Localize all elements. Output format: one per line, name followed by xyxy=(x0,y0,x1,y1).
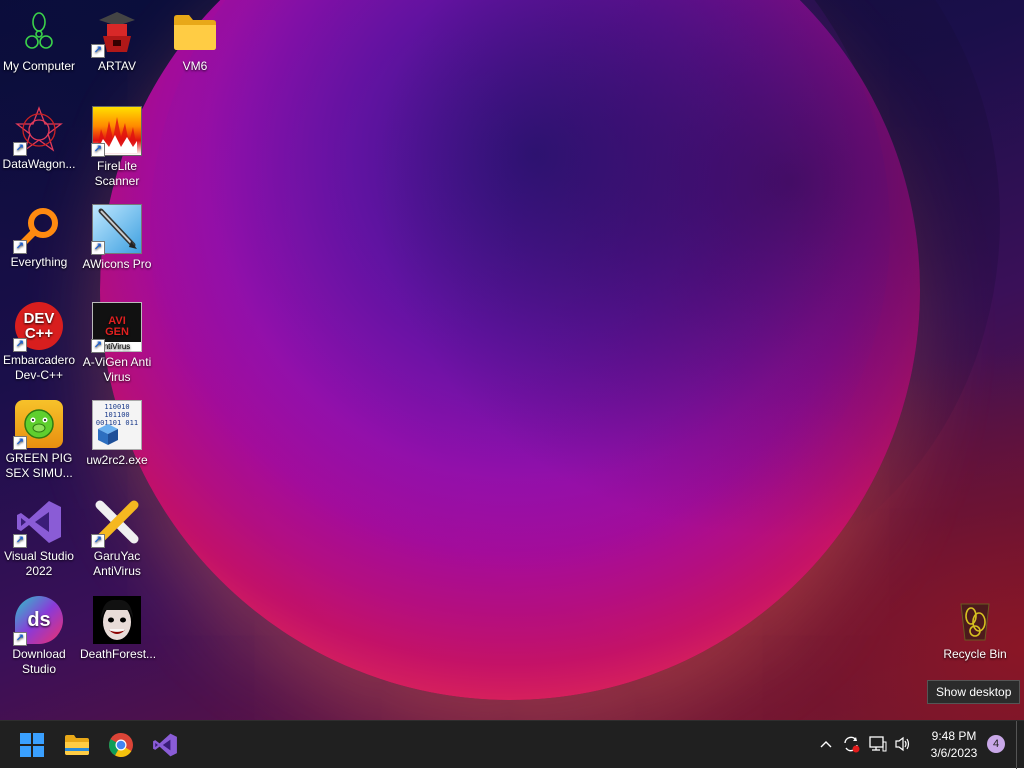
shortcut-arrow-icon: ↗ xyxy=(13,534,27,548)
desktop-icon-datawagon[interactable]: ↗ DataWagon... xyxy=(0,98,78,172)
desktop-icon-uw2rc2[interactable]: 110010 101100 001101 011 uw2rc2.exe xyxy=(78,392,156,468)
desktop-icon-deathforest[interactable]: DeathForest... xyxy=(78,588,156,662)
desktop-icon-label: GREEN PIG SEX SIMU... xyxy=(5,451,73,480)
desktop-icon-label: A-ViGen Anti Virus xyxy=(82,355,152,384)
show-hidden-icons-button[interactable] xyxy=(815,733,837,755)
desktop-icon-avigen[interactable]: AVI GEN ntiVirus ↗ A-ViGen Anti Virus xyxy=(78,294,156,385)
clock-date: 3/6/2023 xyxy=(930,746,978,760)
desktop-icon-green-pig[interactable]: ↗ GREEN PIG SEX SIMU... xyxy=(0,392,78,481)
desktop-icon-awicons-pro[interactable]: ↗ AWicons Pro xyxy=(78,196,156,272)
sync-status-button[interactable] xyxy=(840,733,862,755)
desktop-icon-label: VM6 xyxy=(182,59,208,73)
desktop-icon-label: Recycle Bin xyxy=(943,647,1007,661)
chrome-icon xyxy=(108,733,133,758)
taskbar: 9:48 PM 3/6/2023 4 xyxy=(0,720,1024,769)
file-explorer-icon xyxy=(65,735,89,755)
file-explorer-button[interactable] xyxy=(57,725,97,765)
network-button[interactable] xyxy=(867,733,889,755)
desktop-icon-label: Embarcadero Dev-C++ xyxy=(2,353,76,382)
desktop-icon-download-studio[interactable]: ds ↗ Download Studio xyxy=(0,588,78,677)
start-icon xyxy=(20,733,44,757)
desktop-icon-visual-studio[interactable]: ↗ Visual Studio 2022 xyxy=(0,490,78,579)
uw2rc2-exe-icon: 110010 101100 001101 011 xyxy=(92,400,142,450)
download-studio-badge: ds xyxy=(27,608,51,631)
desktop-icon-everything[interactable]: ↗ Everything xyxy=(0,196,78,270)
notification-count-badge[interactable]: 4 xyxy=(987,735,1005,753)
desktop-icon-label: DeathForest... xyxy=(80,647,157,661)
desktop-icon-label: Visual Studio 2022 xyxy=(4,549,74,578)
awicons-pro-icon: ↗ xyxy=(91,204,142,255)
desktop-icon-firelite-scanner[interactable]: ↗ FireLite Scanner xyxy=(78,98,156,189)
desktop-icon-label: FireLite Scanner xyxy=(94,159,140,188)
desktop-icon-label: Download Studio xyxy=(12,647,66,676)
shortcut-arrow-icon: ↗ xyxy=(13,436,27,450)
show-desktop-tooltip: Show desktop xyxy=(927,680,1021,704)
chevron-up-icon xyxy=(820,741,832,748)
folder-icon xyxy=(171,8,219,56)
shortcut-arrow-icon: ↗ xyxy=(91,241,105,255)
my-computer-icon xyxy=(15,8,63,56)
desktop-icon-label: GaruYac AntiVirus xyxy=(93,549,141,578)
visual-studio-icon xyxy=(153,733,177,757)
garuyac-icon: ↗ xyxy=(91,498,141,548)
shortcut-arrow-icon: ↗ xyxy=(13,338,27,352)
download-studio-icon: ds ↗ xyxy=(13,596,63,646)
devcpp-badge: DEV C++ xyxy=(23,310,55,342)
shortcut-arrow-icon: ↗ xyxy=(13,240,27,254)
desktop-icon-label: ARTAV xyxy=(97,59,136,73)
devcpp-icon: DEV C++ ↗ xyxy=(13,302,63,352)
recycle-bin-icon xyxy=(951,596,999,644)
desktop-icon-garuyac[interactable]: ↗ GaruYac AntiVirus xyxy=(78,490,156,579)
desktop-icon-label: Everything xyxy=(10,255,68,269)
desktop-icon-artav[interactable]: ↗ ARTAV xyxy=(78,0,156,74)
desktop-icon-label: DataWagon... xyxy=(2,157,76,171)
desktop-icon-my-computer[interactable]: My Computer xyxy=(0,0,78,74)
show-desktop-button[interactable] xyxy=(1016,721,1024,769)
datawagon-icon: ↗ xyxy=(13,106,63,156)
shortcut-arrow-icon: ↗ xyxy=(91,534,105,548)
avigen-icon: AVI GEN ntiVirus ↗ xyxy=(91,302,142,353)
clock-time: 9:48 PM xyxy=(931,729,977,743)
firelite-scanner-icon: ↗ xyxy=(91,106,142,157)
desktop[interactable]: My Computer ↗ DataWagon... ↗ Everything … xyxy=(0,0,1024,720)
shortcut-arrow-icon: ↗ xyxy=(91,44,105,58)
visual-studio-taskbar-button[interactable] xyxy=(145,725,185,765)
sync-error-icon xyxy=(844,736,860,753)
green-pig-icon: ↗ xyxy=(13,400,63,450)
desktop-icon-devcpp[interactable]: DEV C++ ↗ Embarcadero Dev-C++ xyxy=(0,294,78,383)
everything-search-icon: ↗ xyxy=(13,204,63,254)
deathforest-icon xyxy=(93,596,141,644)
desktop-icon-recycle-bin[interactable]: Recycle Bin xyxy=(936,588,1014,662)
network-icon xyxy=(869,736,887,752)
start-button[interactable] xyxy=(12,725,52,765)
visual-studio-icon: ↗ xyxy=(13,498,63,548)
desktop-icon-label: uw2rc2.exe xyxy=(86,453,148,467)
desktop-icon-label: My Computer xyxy=(2,59,76,73)
desktop-icon-label: AWicons Pro xyxy=(82,257,152,271)
shortcut-arrow-icon: ↗ xyxy=(13,632,27,646)
shortcut-arrow-icon: ↗ xyxy=(91,143,105,157)
chrome-button[interactable] xyxy=(101,725,141,765)
speaker-icon xyxy=(895,736,910,752)
shortcut-arrow-icon: ↗ xyxy=(91,339,105,353)
clock-button[interactable]: 9:48 PM 3/6/2023 xyxy=(920,728,988,762)
volume-button[interactable] xyxy=(892,733,914,755)
desktop-icon-vm6[interactable]: VM6 xyxy=(156,0,234,74)
avigen-badge: AVI GEN xyxy=(105,315,129,338)
artav-icon: ↗ xyxy=(91,8,141,58)
shortcut-arrow-icon: ↗ xyxy=(13,142,27,156)
